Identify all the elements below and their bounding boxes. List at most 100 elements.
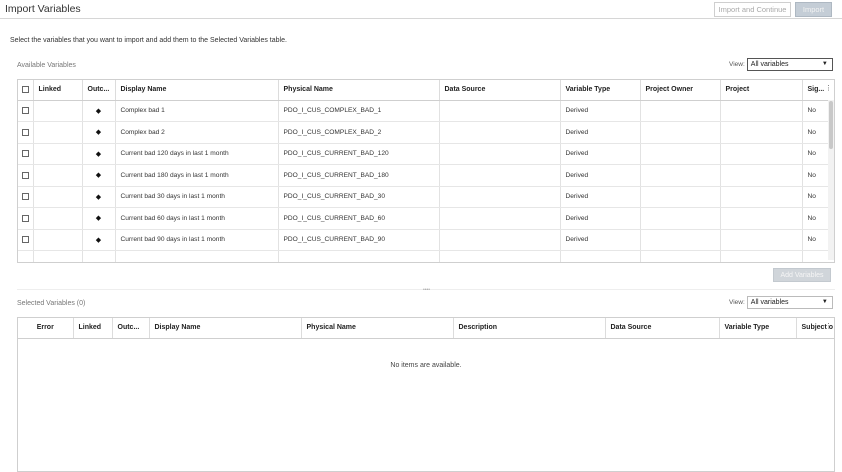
outcome-cell: ◆ xyxy=(82,121,116,144)
row-checkbox[interactable] xyxy=(21,107,29,115)
project-owner-cell xyxy=(640,121,721,144)
table-row[interactable]: ◆ Complex bad 1 PDO_I_CUS_COMPLEX_BAD_1 Der… xyxy=(18,100,834,122)
project-owner-cell xyxy=(640,100,721,122)
data-source-cell xyxy=(439,186,561,208)
variable-type-cell: Derived xyxy=(560,207,641,230)
physical-name-cell: PDO_I_CUS_CURRENT_BAD_90 xyxy=(278,229,440,251)
available-variables-label: Available Variables xyxy=(17,62,76,69)
row-checkbox[interactable] xyxy=(21,214,29,222)
available-view-filter: View: All variables ▼ xyxy=(729,58,833,71)
column-header-data-source[interactable]: Data Source xyxy=(605,318,720,339)
row-checkbox-cell[interactable] xyxy=(18,186,34,208)
linked-cell xyxy=(33,143,83,165)
view-label: View: xyxy=(729,299,745,306)
row-checkbox-cell[interactable] xyxy=(18,164,34,187)
dialog-title: Import Variables xyxy=(5,3,81,15)
project-cell xyxy=(720,121,803,144)
row-checkbox-cell[interactable] xyxy=(18,100,34,122)
diamond-icon: ◆ xyxy=(95,129,102,137)
display-name-cell: Current bad 60 days in last 1 month xyxy=(115,207,279,230)
column-header-error[interactable]: Error xyxy=(18,318,74,339)
select-all-checkbox-cell[interactable] xyxy=(18,80,34,101)
variable-type-cell: Derived xyxy=(560,186,641,208)
column-header-outcome[interactable]: Outc... xyxy=(82,80,116,101)
select-all-checkbox[interactable] xyxy=(21,86,29,94)
column-header-physical-name[interactable]: Physical Name xyxy=(278,80,440,101)
splitter-grip-icon[interactable]: •••• xyxy=(423,287,430,293)
project-cell xyxy=(720,164,803,187)
import-and-continue-button[interactable]: Import and Continue xyxy=(714,2,791,17)
row-checkbox-cell[interactable] xyxy=(18,143,34,165)
variable-type-cell: Derived xyxy=(560,121,641,144)
import-button[interactable]: Import xyxy=(795,2,832,17)
instructions-text: Select the variables that you want to im… xyxy=(10,37,287,44)
project-cell xyxy=(720,143,803,165)
empty-cell xyxy=(278,250,440,262)
diamond-icon: ◆ xyxy=(95,215,102,223)
display-name-cell: Current bad 90 days in last 1 month xyxy=(115,229,279,251)
column-header-description[interactable]: Description xyxy=(453,318,606,339)
add-variables-button[interactable]: Add Variables xyxy=(773,268,831,282)
empty-cell xyxy=(560,250,641,262)
table-row[interactable]: ◆ Current bad 180 days in last 1 month PDO… xyxy=(18,164,834,187)
table-row[interactable]: ◆ Complex bad 2 PDO_I_CUS_COMPLEX_BAD_2 Der… xyxy=(18,121,834,144)
data-source-cell xyxy=(439,164,561,187)
linked-cell xyxy=(33,207,83,230)
row-checkbox[interactable] xyxy=(21,150,29,158)
title-bar: Import Variables Import and Continue Imp… xyxy=(0,0,842,19)
table-row xyxy=(18,250,834,262)
data-source-cell xyxy=(439,121,561,144)
chevron-down-icon: ▼ xyxy=(821,61,828,67)
selected-view-value: All variables xyxy=(750,299,789,306)
row-checkbox[interactable] xyxy=(21,128,29,136)
available-view-select[interactable]: All variables ▼ xyxy=(746,58,833,71)
outcome-cell: ◆ xyxy=(82,164,116,187)
physical-name-cell: PDO_I_CUS_CURRENT_BAD_180 xyxy=(278,164,440,187)
column-header-linked[interactable]: Linked xyxy=(73,318,113,339)
row-checkbox-cell[interactable] xyxy=(18,121,34,144)
table-row[interactable]: ◆ Current bad 120 days in last 1 month PDO… xyxy=(18,143,834,165)
column-header-variable-type[interactable]: Variable Type xyxy=(719,318,797,339)
row-checkbox[interactable] xyxy=(21,193,29,201)
selected-view-select[interactable]: All variables ▼ xyxy=(746,296,833,309)
physical-name-cell: PDO_I_CUS_CURRENT_BAD_60 xyxy=(278,207,440,230)
column-header-display-name[interactable]: Display Name xyxy=(115,80,279,101)
row-checkbox-cell[interactable] xyxy=(18,229,34,251)
variable-type-cell: Derived xyxy=(560,164,641,187)
column-menu-icon[interactable]: ⋮ xyxy=(825,322,832,330)
available-table-scrollbar[interactable] xyxy=(828,100,834,260)
data-source-cell xyxy=(439,143,561,165)
data-source-cell xyxy=(439,100,561,122)
selected-view-filter: View: All variables ▼ xyxy=(729,296,833,309)
outcome-cell: ◆ xyxy=(82,100,116,122)
project-cell xyxy=(720,100,803,122)
column-header-display-name[interactable]: Display Name xyxy=(149,318,302,339)
available-header-row: Linked Outc... Display Name Physical Nam… xyxy=(18,80,834,101)
row-checkbox-cell[interactable] xyxy=(18,207,34,230)
physical-name-cell: PDO_I_CUS_COMPLEX_BAD_1 xyxy=(278,100,440,122)
linked-cell xyxy=(33,164,83,187)
project-owner-cell xyxy=(640,229,721,251)
table-row[interactable]: ◆ Current bad 90 days in last 1 month PDO_… xyxy=(18,229,834,251)
scrollbar-thumb[interactable] xyxy=(829,101,833,149)
project-owner-cell xyxy=(640,207,721,230)
column-header-variable-type[interactable]: Variable Type xyxy=(560,80,641,101)
column-header-data-source[interactable]: Data Source xyxy=(439,80,561,101)
display-name-cell: Current bad 180 days in last 1 month xyxy=(115,164,279,187)
variable-type-cell: Derived xyxy=(560,229,641,251)
column-header-outcome[interactable]: Outc... xyxy=(112,318,150,339)
column-header-project[interactable]: Project xyxy=(720,80,803,101)
physical-name-cell: PDO_I_CUS_CURRENT_BAD_30 xyxy=(278,186,440,208)
display-name-cell: Complex bad 1 xyxy=(115,100,279,122)
table-row[interactable]: ◆ Current bad 60 days in last 1 month PDO_… xyxy=(18,207,834,230)
table-row[interactable]: ◆ Current bad 30 days in last 1 month PDO_… xyxy=(18,186,834,208)
row-checkbox[interactable] xyxy=(21,236,29,244)
column-header-project-owner[interactable]: Project Owner xyxy=(640,80,721,101)
selected-variables-label: Selected Variables (0) xyxy=(17,300,86,307)
row-checkbox[interactable] xyxy=(21,171,29,179)
available-variables-table: Linked Outc... Display Name Physical Nam… xyxy=(17,79,835,263)
column-menu-icon[interactable]: ⋮ xyxy=(825,84,832,92)
column-header-linked[interactable]: Linked xyxy=(33,80,83,101)
column-header-physical-name[interactable]: Physical Name xyxy=(301,318,454,339)
display-name-cell: Current bad 120 days in last 1 month xyxy=(115,143,279,165)
